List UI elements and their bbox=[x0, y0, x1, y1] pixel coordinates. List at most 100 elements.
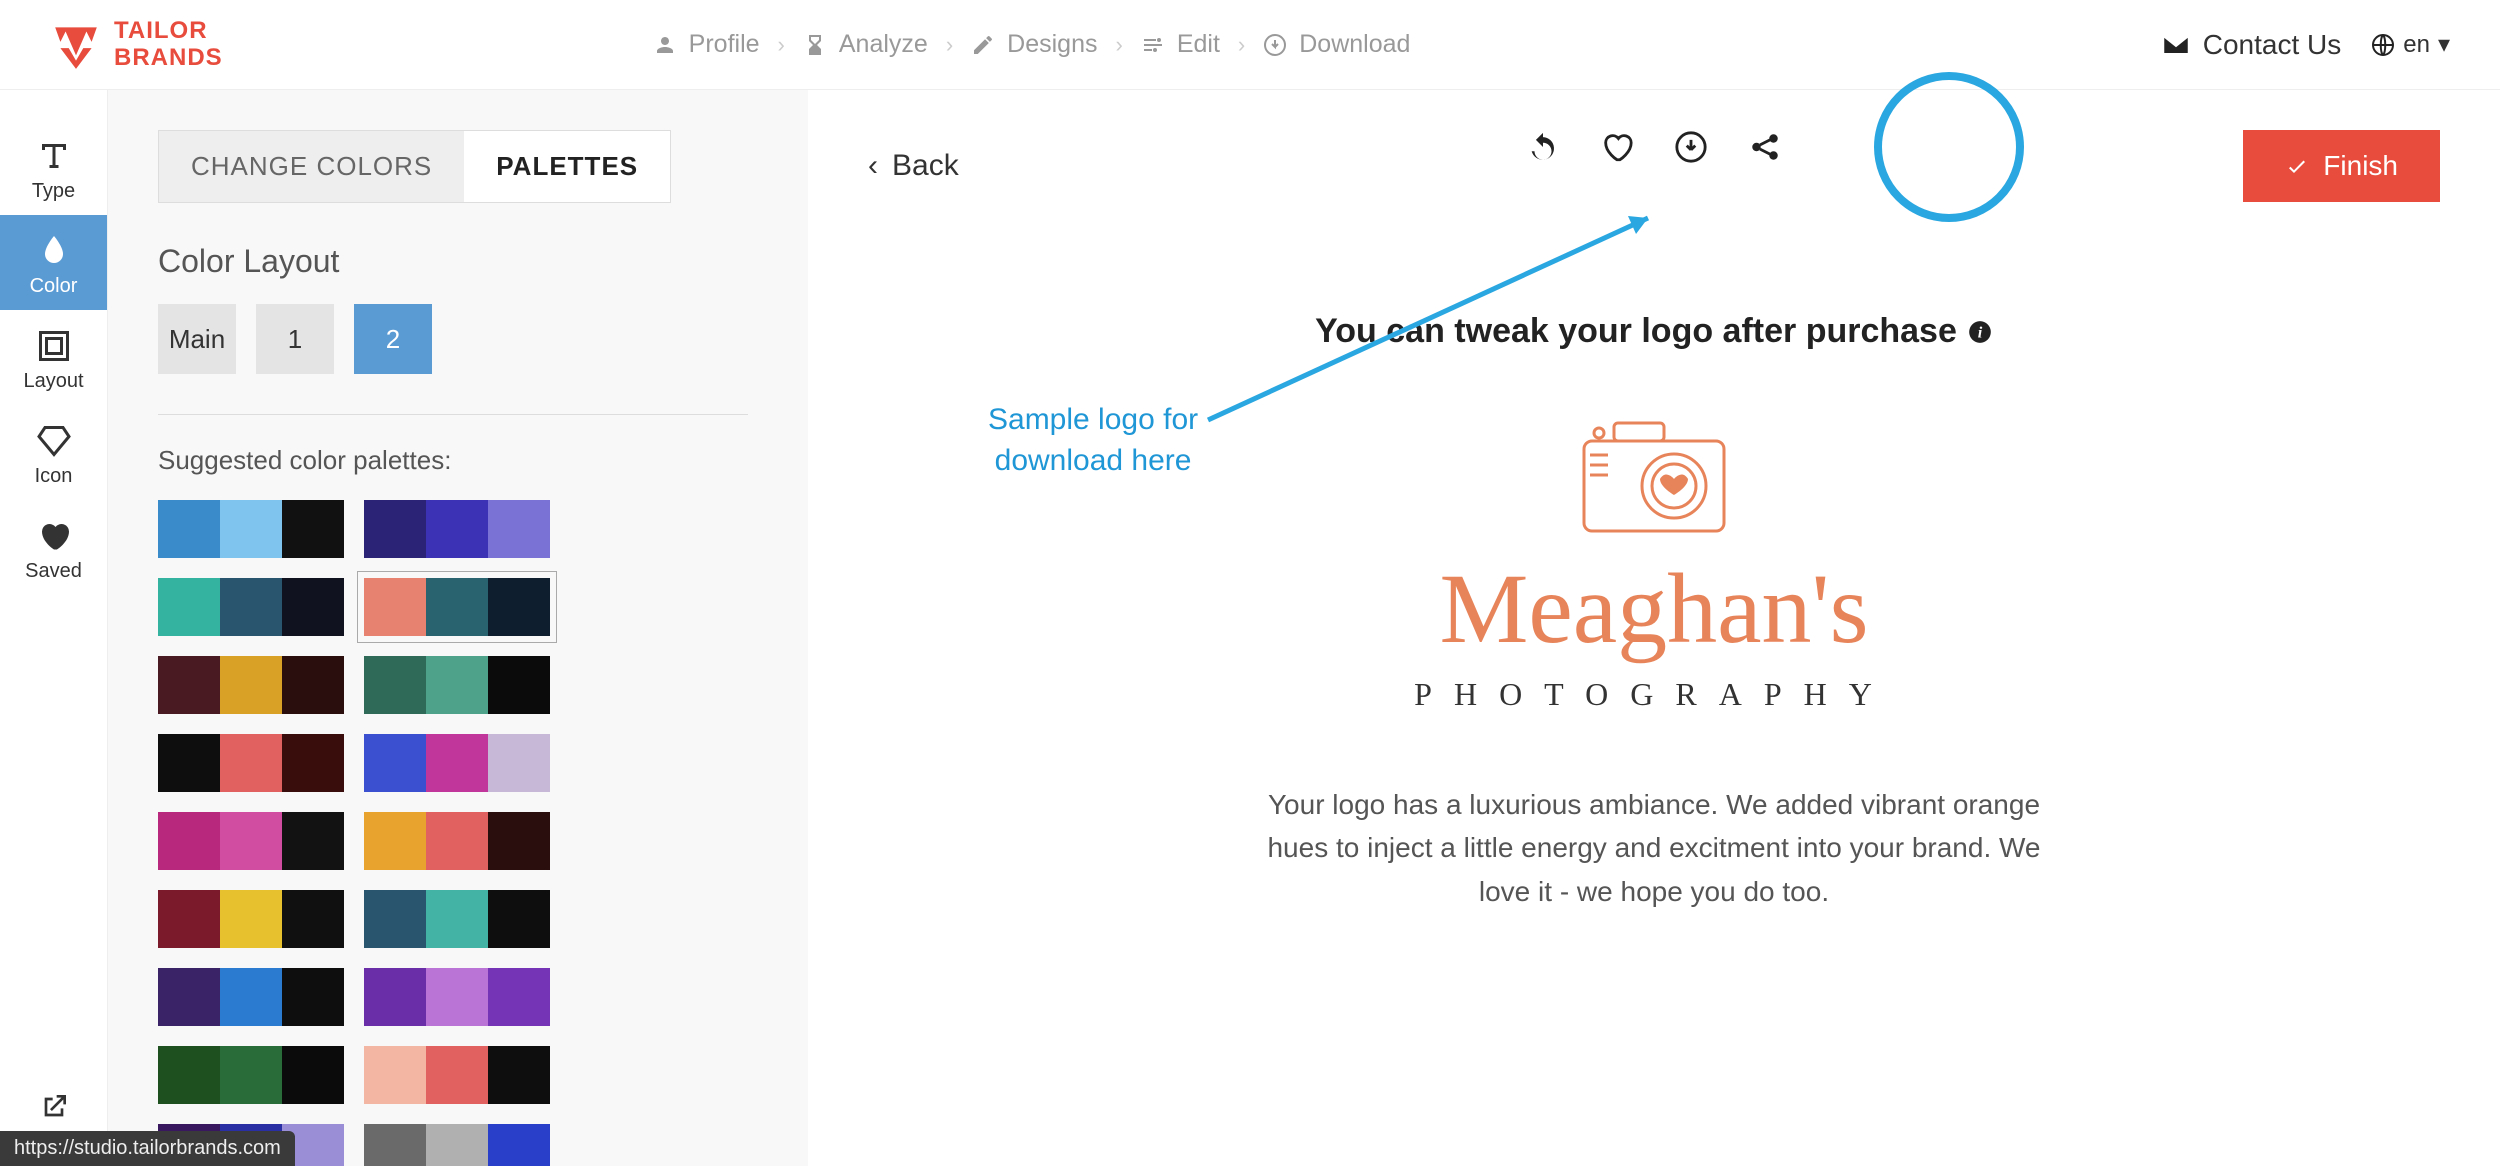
tab-palettes[interactable]: PALETTES bbox=[464, 131, 670, 202]
palette-9[interactable] bbox=[364, 812, 550, 870]
divider bbox=[158, 414, 748, 415]
swatch bbox=[282, 890, 344, 948]
annotation-text: Sample logo for download here bbox=[988, 400, 1198, 481]
palette-0[interactable] bbox=[158, 500, 344, 558]
camera-icon bbox=[1564, 411, 1744, 541]
tab-change-colors[interactable]: CHANGE COLORS bbox=[159, 131, 464, 202]
rail-type[interactable]: Type bbox=[0, 120, 107, 215]
nav-step-analyze[interactable]: Analyze bbox=[803, 30, 928, 59]
swatch bbox=[488, 734, 550, 792]
undo-icon[interactable] bbox=[1526, 130, 1560, 164]
check-icon bbox=[2285, 154, 2309, 178]
palette-13[interactable] bbox=[364, 968, 550, 1026]
analyze-icon bbox=[803, 33, 827, 57]
swatch bbox=[220, 890, 282, 948]
layout-btn-2[interactable]: 2 bbox=[354, 304, 432, 374]
rail-layout[interactable]: Layout bbox=[0, 310, 107, 405]
contact-us-link[interactable]: Contact Us bbox=[2161, 29, 2342, 61]
status-bar: https://studio.tailorbrands.com bbox=[0, 1131, 295, 1166]
rail-color[interactable]: Color bbox=[0, 215, 107, 310]
color-layout-buttons: Main 1 2 bbox=[158, 304, 748, 374]
share-out-icon bbox=[38, 1091, 70, 1123]
palette-2[interactable] bbox=[158, 578, 344, 636]
pencil-icon bbox=[971, 33, 995, 57]
chevron-left-icon: ‹ bbox=[868, 149, 878, 183]
rail-icon[interactable]: Icon bbox=[0, 405, 107, 500]
swatch bbox=[364, 500, 426, 558]
palette-7[interactable] bbox=[364, 734, 550, 792]
layout-icon bbox=[36, 328, 72, 364]
svg-text:i: i bbox=[1978, 323, 1983, 341]
swatch bbox=[426, 656, 488, 714]
swatch bbox=[220, 812, 282, 870]
swatch bbox=[364, 1124, 426, 1166]
suggested-label: Suggested color palettes: bbox=[158, 445, 748, 476]
swatch bbox=[426, 968, 488, 1026]
layout-btn-1[interactable]: 1 bbox=[256, 304, 334, 374]
logo-subtitle: PHOTOGRAPHY bbox=[1414, 676, 1894, 713]
swatch bbox=[426, 578, 488, 636]
palette-3[interactable] bbox=[364, 578, 550, 636]
palette-17[interactable] bbox=[364, 1124, 550, 1166]
download-sample-icon[interactable] bbox=[1674, 130, 1708, 164]
swatch bbox=[158, 1046, 220, 1104]
palette-8[interactable] bbox=[158, 812, 344, 870]
palette-14[interactable] bbox=[158, 1046, 344, 1104]
nav-step-profile[interactable]: Profile bbox=[653, 30, 760, 59]
palette-10[interactable] bbox=[158, 890, 344, 948]
chevron-down-icon: ▾ bbox=[2438, 30, 2450, 59]
info-icon[interactable]: i bbox=[1967, 319, 1993, 345]
share-icon[interactable] bbox=[1748, 130, 1782, 164]
swatch bbox=[282, 968, 344, 1026]
left-rail: Type Color Layout Icon Saved New Logo bbox=[0, 90, 108, 1166]
swatch bbox=[364, 1046, 426, 1104]
layout-btn-main[interactable]: Main bbox=[158, 304, 236, 374]
rail-saved[interactable]: Saved bbox=[0, 500, 107, 595]
swatch bbox=[488, 812, 550, 870]
nav-steps: Profile › Analyze › Designs › Edit › Dow… bbox=[653, 30, 1411, 59]
swatch bbox=[282, 1046, 344, 1104]
heart-icon bbox=[36, 518, 72, 554]
brand[interactable]: TAILOR BRANDS bbox=[50, 18, 223, 71]
palette-5[interactable] bbox=[364, 656, 550, 714]
nav-step-edit[interactable]: Edit bbox=[1141, 30, 1220, 59]
swatch bbox=[426, 734, 488, 792]
download-icon bbox=[1263, 33, 1287, 57]
palette-4[interactable] bbox=[158, 656, 344, 714]
swatch bbox=[158, 578, 220, 636]
swatch bbox=[158, 890, 220, 948]
palette-12[interactable] bbox=[158, 968, 344, 1026]
drop-icon bbox=[36, 233, 72, 269]
tweak-message: You can tweak your logo after purchase i bbox=[868, 312, 2440, 351]
brand-logo-icon bbox=[50, 19, 102, 71]
type-icon bbox=[36, 138, 72, 174]
swatch bbox=[488, 578, 550, 636]
chevron-right-icon: › bbox=[946, 32, 953, 58]
palette-11[interactable] bbox=[364, 890, 550, 948]
swatch bbox=[220, 656, 282, 714]
logo-name: Meaghan's bbox=[1439, 551, 1868, 666]
palette-6[interactable] bbox=[158, 734, 344, 792]
palette-grid bbox=[158, 500, 748, 1166]
brand-text: TAILOR BRANDS bbox=[114, 18, 223, 71]
swatch bbox=[488, 656, 550, 714]
finish-button[interactable]: Finish bbox=[2243, 130, 2440, 202]
nav-step-designs[interactable]: Designs bbox=[971, 30, 1097, 59]
swatch bbox=[364, 656, 426, 714]
favorite-icon[interactable] bbox=[1600, 130, 1634, 164]
swatch bbox=[426, 1124, 488, 1166]
language-selector[interactable]: en ▾ bbox=[2371, 30, 2450, 59]
swatch bbox=[488, 890, 550, 948]
back-button[interactable]: ‹ Back bbox=[868, 149, 959, 183]
envelope-icon bbox=[2161, 33, 2191, 57]
swatch bbox=[220, 734, 282, 792]
swatch bbox=[364, 968, 426, 1026]
swatch bbox=[282, 812, 344, 870]
swatch bbox=[158, 656, 220, 714]
palette-1[interactable] bbox=[364, 500, 550, 558]
palette-15[interactable] bbox=[364, 1046, 550, 1104]
swatch bbox=[488, 968, 550, 1026]
swatch bbox=[488, 1046, 550, 1104]
globe-icon bbox=[2371, 33, 2395, 57]
nav-step-download[interactable]: Download bbox=[1263, 30, 1410, 59]
